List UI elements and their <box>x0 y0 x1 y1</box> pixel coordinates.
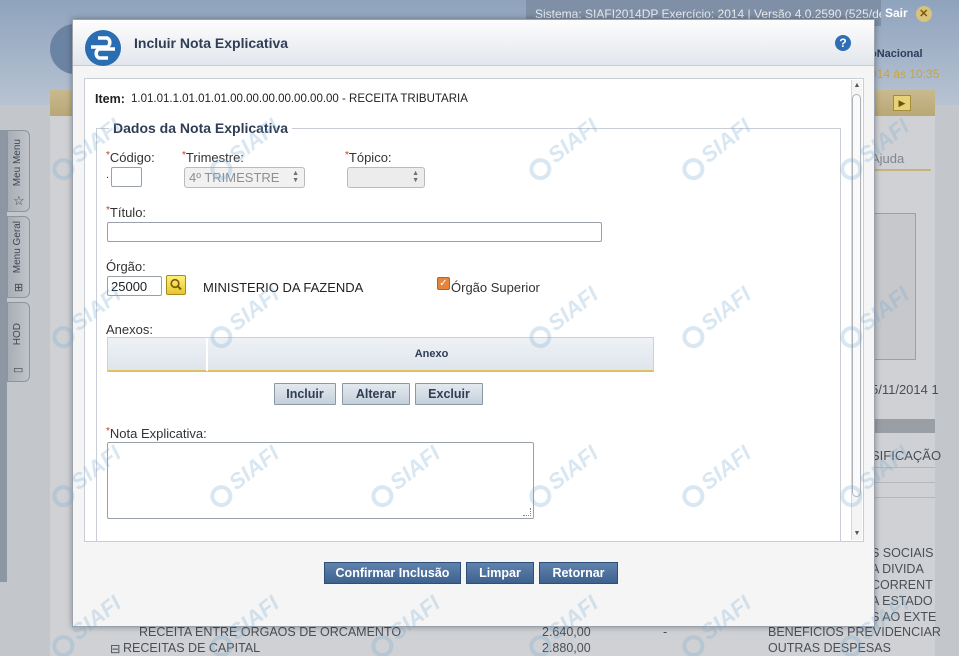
confirmar-inclusao-button[interactable]: Confirmar Inclusão <box>324 562 461 584</box>
annex-column-header: Anexo <box>414 348 449 360</box>
nota-label-text: Nota Explicativa: <box>109 426 207 441</box>
side-tab-label: HOD <box>12 323 23 346</box>
table-row-label: RECEITA ENTRE ORGAOS DE ORCAMENTO <box>139 625 402 639</box>
list-item: A DIVIDA <box>871 562 924 576</box>
datetime-text: 014 às 10:35 <box>870 67 940 81</box>
form-content: Item: 1.01.01.1.01.01.01.00.00.00.00.00.… <box>84 78 864 542</box>
divider <box>866 497 935 498</box>
table-header <box>866 419 935 433</box>
list-item: CORRENT <box>871 578 933 592</box>
modal-header: Incluir Nota Explicativa ? <box>73 20 874 66</box>
table-row-right: BENEFICIOS PREVIDENCIAR <box>768 625 941 639</box>
codigo-input[interactable] <box>111 167 142 187</box>
side-tab-label: Meu Menu <box>12 139 23 187</box>
item-value: 1.01.01.1.01.01.01.00.00.00.00.00.00.00 … <box>131 93 468 105</box>
trimestre-value: 4º TRIMESTRE <box>189 170 280 185</box>
topico-label: *Tópico: <box>345 150 392 165</box>
tab-ajuda[interactable]: Ajuda <box>871 151 931 171</box>
orgao-superior-label: Órgão Superior <box>451 280 540 295</box>
codigo-label: *Código: <box>106 150 155 165</box>
side-tab-hod[interactable]: HOD ▭ <box>7 302 30 382</box>
topico-label-text: Tópico: <box>348 150 392 165</box>
date-text: 5/11/2014 1 <box>871 382 939 397</box>
orgao-name: MINISTERIO DA FAZENDA <box>203 280 364 295</box>
monitor-icon: ▭ <box>13 364 24 376</box>
scroll-down-icon[interactable]: ▼ <box>851 528 862 540</box>
side-tab-label: Menu Geral <box>12 221 23 274</box>
annex-select-column <box>108 338 208 371</box>
scrollbar[interactable]: ▲ ▼ <box>851 80 862 540</box>
spinner-icon: ▲ ▼ <box>292 170 299 184</box>
alterar-button[interactable]: Alterar <box>342 383 410 405</box>
divider <box>866 467 935 468</box>
list-item: S SOCIAIS <box>871 546 934 560</box>
orgao-input[interactable] <box>107 276 162 296</box>
classification-text: SIFICAÇÃO <box>871 448 942 463</box>
chevron-right-icon[interactable]: ▶ <box>893 95 911 111</box>
scroll-up-icon[interactable]: ▲ <box>851 80 862 92</box>
side-strip <box>0 130 7 582</box>
divider <box>866 482 935 483</box>
orgao-superior-checkbox[interactable]: ✓ <box>437 277 450 290</box>
excluir-button[interactable]: Excluir <box>415 383 483 405</box>
collapse-icon[interactable]: ⊟ <box>110 641 120 656</box>
table-row-dash: - <box>663 625 668 639</box>
orgao-label: Órgão: <box>106 259 146 274</box>
titulo-label: *Título: <box>106 205 146 220</box>
annex-table: Anexo <box>107 337 654 372</box>
nota-label: *Nota Explicativa: <box>106 426 207 441</box>
side-tab-menu-geral[interactable]: Menu Geral ⊞ <box>7 216 30 298</box>
star-icon: ☆ <box>13 193 25 208</box>
modal-title: Incluir Nota Explicativa <box>134 35 289 51</box>
resize-grip-icon[interactable] <box>523 508 531 516</box>
trimestre-select[interactable]: 4º TRIMESTRE ▲ ▼ <box>184 167 305 188</box>
trimestre-label-text: Trimestre: <box>185 150 244 165</box>
search-icon <box>170 278 182 291</box>
limpar-button[interactable]: Limpar <box>466 562 534 584</box>
modal-dialog: Incluir Nota Explicativa ? Item: 1.01.01… <box>72 19 875 627</box>
titulo-label-text: Título: <box>109 205 147 220</box>
incluir-button[interactable]: Incluir <box>274 383 336 405</box>
anexos-label: Anexos: <box>106 322 153 337</box>
nota-textarea[interactable] <box>107 442 534 519</box>
codigo-label-text: Código: <box>109 150 155 165</box>
titulo-input[interactable] <box>107 222 602 242</box>
spinner-icon: ▲ ▼ <box>412 170 419 184</box>
table-row-value: 2.640,00 <box>542 625 591 639</box>
close-icon: ✕ <box>915 6 932 22</box>
item-label: Item: <box>95 92 125 106</box>
retornar-button[interactable]: Retornar <box>539 562 618 584</box>
logout-button[interactable]: Sair ✕ <box>880 0 942 26</box>
brand-text: oNacional <box>870 48 923 60</box>
question-icon[interactable]: ? <box>835 35 851 51</box>
siafi-logo-icon <box>85 30 121 66</box>
right-rows: S SOCIAIS A DIVIDA CORRENT A ESTADO S AO… <box>871 545 959 625</box>
sitemap-icon: ⊞ <box>14 282 24 294</box>
list-item: S AO EXTE <box>871 610 937 624</box>
scroll-thumb[interactable] <box>852 94 861 497</box>
trimestre-label: *Trimestre: <box>182 150 244 165</box>
side-tab-meu-menu[interactable]: Meu Menu ☆ <box>7 130 30 212</box>
table-row-label: RECEITAS DE CAPITAL <box>123 641 261 655</box>
section-title: Dados da Nota Explicativa <box>109 120 293 136</box>
logout-label: Sair <box>885 6 908 20</box>
topico-select[interactable]: ▲ ▼ <box>347 167 425 188</box>
table-row-right: OUTRAS DESPESAS <box>768 641 891 655</box>
table-row-value: 2.880,00 <box>542 641 591 655</box>
search-button[interactable] <box>166 275 186 295</box>
codigo-prefix-dot: . <box>106 169 110 181</box>
list-item: A ESTADO <box>871 594 933 608</box>
